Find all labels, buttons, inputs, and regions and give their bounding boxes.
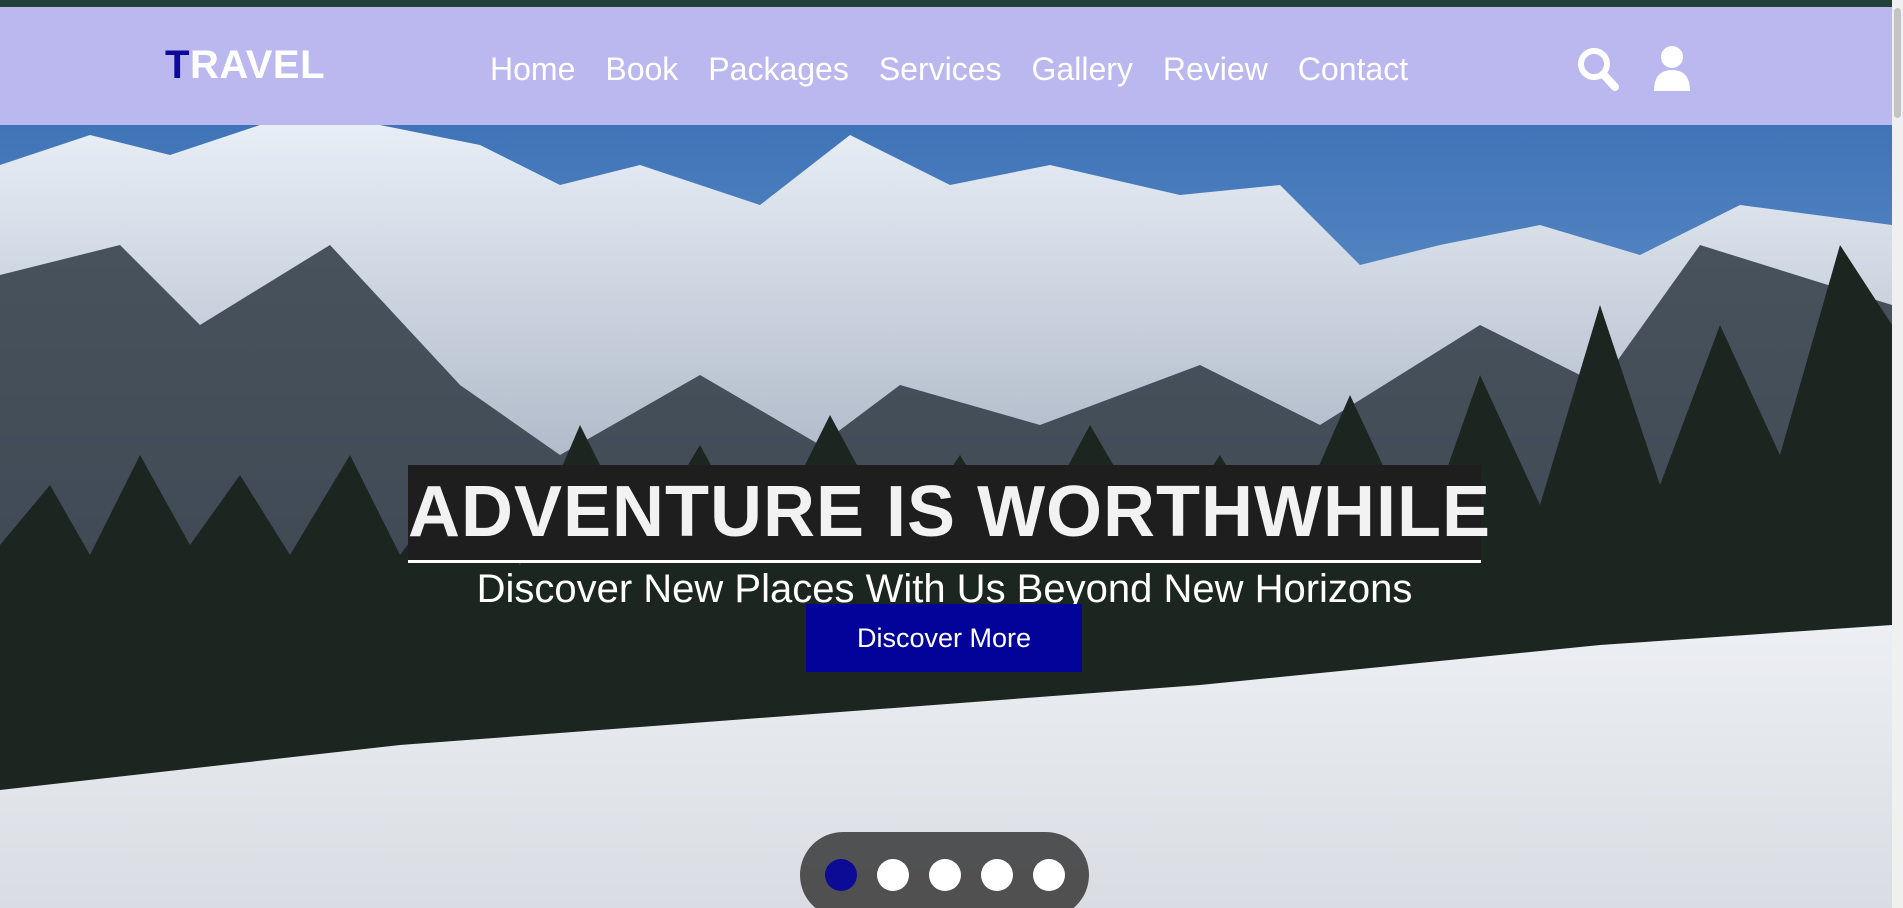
window-top-strip <box>0 0 1903 7</box>
nav-packages[interactable]: Packages <box>708 51 849 88</box>
main-nav: Home Book Packages Services Gallery Revi… <box>490 51 1408 88</box>
slide-dot-1[interactable] <box>824 859 857 891</box>
user-button[interactable] <box>1648 43 1696 95</box>
search-icon <box>1578 48 1619 91</box>
user-icon <box>1654 46 1690 91</box>
nav-home[interactable]: Home <box>490 51 575 88</box>
slide-indicator <box>800 832 1089 908</box>
hero-section: ADVENTURE IS WORTHWHILE Discover New Pla… <box>0 125 1892 908</box>
nav-book[interactable]: Book <box>605 51 678 88</box>
nav-review[interactable]: Review <box>1163 51 1268 88</box>
slide-dot-2[interactable] <box>876 859 909 891</box>
logo-text: RAVEL <box>189 43 326 87</box>
logo[interactable]: TRAVEL <box>165 43 325 88</box>
nav-contact[interactable]: Contact <box>1298 51 1408 88</box>
slide-dot-3[interactable] <box>928 859 961 891</box>
navbar: TRAVEL Home Book Packages Services Galle… <box>0 7 1892 125</box>
search-button[interactable] <box>1575 43 1623 95</box>
page-scrollbar[interactable] <box>1892 0 1903 908</box>
scrollbar-thumb[interactable] <box>1894 8 1901 118</box>
nav-services[interactable]: Services <box>879 51 1002 88</box>
hero-title: ADVENTURE IS WORTHWHILE <box>408 465 1490 564</box>
slide-dot-4[interactable] <box>980 859 1013 891</box>
nav-gallery[interactable]: Gallery <box>1032 51 1133 88</box>
discover-more-button[interactable]: Discover More <box>806 604 1082 672</box>
logo-initial: T <box>165 43 190 87</box>
slide-dot-5[interactable] <box>1032 859 1065 891</box>
